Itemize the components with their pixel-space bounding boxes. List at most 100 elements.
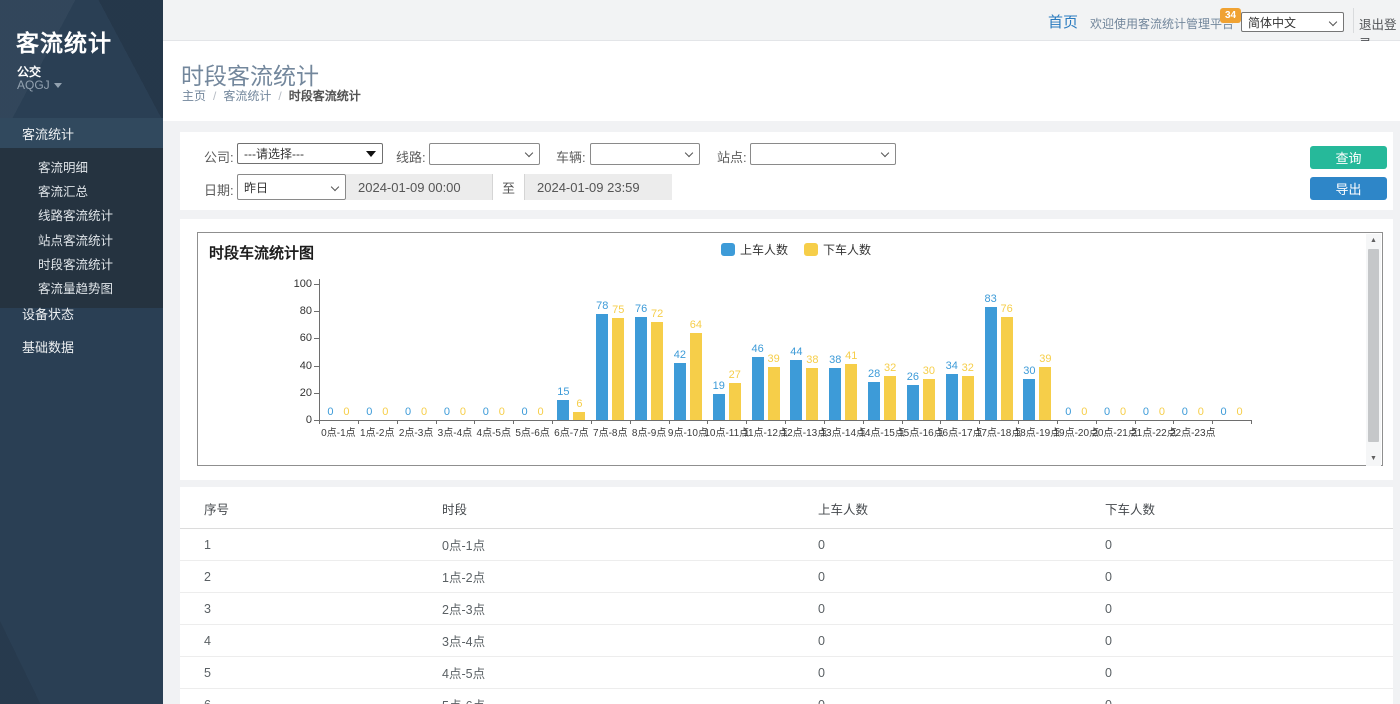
station-label: 站点: xyxy=(717,147,747,166)
bar-boarding xyxy=(868,382,880,420)
date-label: 日期: xyxy=(204,180,234,199)
table-cell: 0 xyxy=(1081,593,1393,625)
table-cell: 1点-2点 xyxy=(418,561,794,593)
table-cell: 0点-1点 xyxy=(418,529,794,561)
table-cell: 0 xyxy=(794,625,1081,657)
x-axis-tick xyxy=(552,420,553,424)
chevron-down-icon xyxy=(1329,18,1337,26)
chart-panel: 时段车流统计图 上车人数下车人数 0204060801000点-1点001点-2… xyxy=(180,219,1393,480)
x-axis-label: 22点-23点 xyxy=(1170,424,1216,439)
bar-value-label: 64 xyxy=(679,319,713,331)
bar-alighting xyxy=(1001,317,1013,420)
legend-item-0[interactable]: 上车人数 xyxy=(721,241,788,258)
bar-value-label: 27 xyxy=(718,369,752,381)
bar-boarding xyxy=(946,374,958,420)
org-select-value: AQGJ xyxy=(17,78,50,92)
date-from-input[interactable]: 2024-01-09 00:00 xyxy=(346,174,492,200)
y-axis-label: 100 xyxy=(282,278,312,290)
sidebar-section-base-data[interactable]: 基础数据 xyxy=(0,331,163,361)
table-row: 10点-1点00 xyxy=(180,529,1393,561)
x-axis-tick xyxy=(397,420,398,424)
x-axis-label: 8点-9点 xyxy=(632,424,666,439)
legend-item-1[interactable]: 下车人数 xyxy=(804,241,871,258)
station-select[interactable] xyxy=(750,143,896,165)
sidebar-submenu: 客流明细客流汇总线路客流统计站点客流统计时段客流统计客流量趋势图 xyxy=(0,148,163,308)
vehicle-select[interactable] xyxy=(590,143,700,165)
chevron-down-icon xyxy=(881,149,889,157)
org-select[interactable]: AQGJ xyxy=(17,78,62,92)
x-axis-label: 7点-8点 xyxy=(593,424,627,439)
date-to-input[interactable]: 2024-01-09 23:59 xyxy=(525,174,672,200)
bar-alighting xyxy=(962,376,974,420)
bar-value-label: 15 xyxy=(546,386,580,398)
bar-boarding xyxy=(985,307,997,420)
bar-boarding xyxy=(829,368,841,420)
bar-boarding xyxy=(752,357,764,420)
table-header-2: 上车人数 xyxy=(794,487,1081,529)
table-cell: 0 xyxy=(794,593,1081,625)
y-axis-tick xyxy=(314,311,319,312)
chart-vertical-scrollbar[interactable]: ▲ ▼ xyxy=(1366,234,1381,466)
bar-alighting xyxy=(884,376,896,420)
table-cell: 2 xyxy=(180,561,418,593)
bar-boarding xyxy=(596,314,608,420)
submenu-item-label: 客流明细 xyxy=(38,157,88,176)
y-axis-label: 60 xyxy=(282,332,312,344)
chevron-down-icon xyxy=(685,149,693,157)
legend-swatch-icon xyxy=(721,243,735,256)
x-axis-tick xyxy=(474,420,475,424)
language-select[interactable]: 简体中文 xyxy=(1241,12,1344,32)
chart-title: 时段车流统计图 xyxy=(209,242,314,263)
export-button[interactable]: 导出 xyxy=(1310,177,1387,200)
y-axis-tick xyxy=(314,338,319,339)
sidebar-submenu-item-0[interactable]: 客流明细 xyxy=(0,154,163,178)
y-axis-line xyxy=(319,279,320,420)
x-axis-tick xyxy=(319,420,320,424)
y-axis-tick xyxy=(314,284,319,285)
date-preset-select[interactable]: 昨日 xyxy=(237,174,346,200)
line-select[interactable] xyxy=(429,143,540,165)
company-select[interactable]: ---请选择--- xyxy=(237,143,383,164)
breadcrumb-item-2: 时段客流统计 xyxy=(289,89,361,103)
bar-alighting xyxy=(573,412,585,420)
submenu-item-label: 时段客流统计 xyxy=(38,254,113,273)
bar-boarding xyxy=(674,363,686,420)
scroll-down-arrow-icon[interactable]: ▼ xyxy=(1366,452,1381,466)
scroll-up-arrow-icon[interactable]: ▲ xyxy=(1366,234,1381,248)
y-axis-label: 40 xyxy=(282,360,312,372)
table-cell: 3点-4点 xyxy=(418,625,794,657)
breadcrumb-item-1[interactable]: 客流统计 xyxy=(223,89,271,103)
bar-alighting xyxy=(612,318,624,420)
bar-boarding xyxy=(1023,379,1035,420)
sidebar-submenu-item-4[interactable]: 时段客流统计 xyxy=(0,251,163,275)
x-axis-tick xyxy=(591,420,592,424)
table-cell: 4 xyxy=(180,625,418,657)
breadcrumb-separator: / xyxy=(213,89,216,103)
table-cell: 0 xyxy=(794,657,1081,689)
table-row: 54点-5点00 xyxy=(180,657,1393,689)
bar-value-label: 41 xyxy=(834,350,868,362)
table-cell: 0 xyxy=(794,689,1081,704)
table-cell: 0 xyxy=(1081,625,1393,657)
page-title: 时段客流统计 xyxy=(181,57,319,91)
query-button[interactable]: 查询 xyxy=(1310,146,1387,169)
sidebar-section-device-status[interactable]: 设备状态 xyxy=(0,298,163,328)
bar-value-label: 39 xyxy=(1028,353,1062,365)
x-axis-tick xyxy=(513,420,514,424)
home-link[interactable]: 首页 xyxy=(1048,11,1078,32)
legend-label: 下车人数 xyxy=(823,241,871,258)
x-axis-label: 3点-4点 xyxy=(438,424,472,439)
bar-value-label: 42 xyxy=(663,349,697,361)
y-axis-tick xyxy=(314,393,319,394)
sidebar-submenu-item-1[interactable]: 客流汇总 xyxy=(0,178,163,202)
breadcrumb-item-0[interactable]: 主页 xyxy=(182,89,206,103)
sidebar-submenu-item-2[interactable]: 线路客流统计 xyxy=(0,203,163,227)
table-panel: 序号时段上车人数下车人数 10点-1点0021点-2点0032点-3点0043点… xyxy=(180,487,1393,704)
chevron-down-icon xyxy=(525,149,533,157)
sidebar-section-passenger-stats[interactable]: 客流统计 xyxy=(0,118,163,148)
bar-boarding xyxy=(635,317,647,420)
sidebar-submenu-item-3[interactable]: 站点客流统计 xyxy=(0,227,163,251)
sidebar-submenu-item-5[interactable]: 客流量趋势图 xyxy=(0,275,163,299)
page-heading: 时段客流统计 主页/客流统计/时段客流统计 xyxy=(163,41,1400,121)
scrollbar-thumb[interactable] xyxy=(1368,249,1379,442)
